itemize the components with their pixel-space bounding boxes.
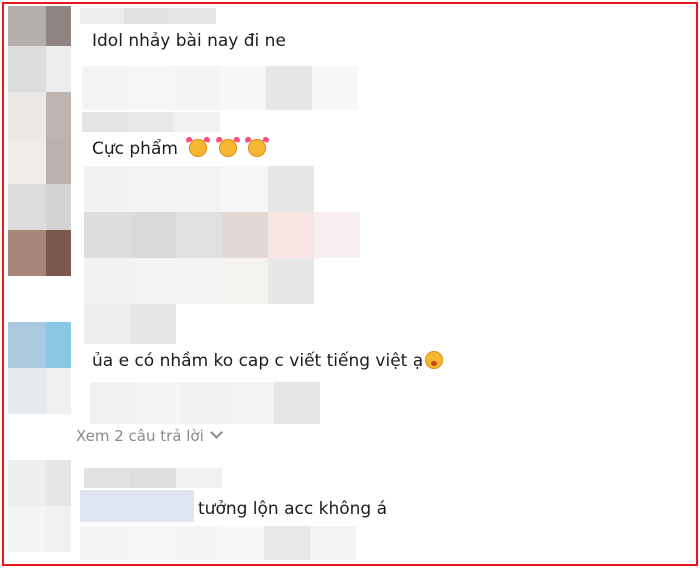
avatar-pixelated <box>8 184 46 230</box>
avatar-pixelated <box>46 368 71 414</box>
pixelated-media <box>182 382 228 424</box>
username-pixelated <box>130 468 176 488</box>
pixelated-media <box>80 526 126 560</box>
avatar-pixelated <box>46 184 71 230</box>
pixelated-media <box>84 212 130 258</box>
pixelated-media <box>268 166 314 212</box>
comment-text: Idol nhảy bài nay đi ne <box>92 31 286 51</box>
username-pixelated <box>176 468 222 488</box>
pixelated-media <box>222 166 268 212</box>
pixelated-media <box>126 526 172 560</box>
comment-text: Cực phẩm <box>92 139 178 159</box>
pixelated-media <box>176 212 222 258</box>
avatar-pixelated <box>46 506 71 552</box>
avatar-pixelated <box>46 92 71 138</box>
pixelated-media <box>268 258 314 304</box>
pixelated-media <box>130 258 176 304</box>
pixelated-media <box>82 66 128 110</box>
pixelated-media <box>136 382 182 424</box>
view-replies-label: Xem 2 câu trả lời <box>76 427 204 445</box>
avatar-pixelated <box>46 230 71 276</box>
pixelated-media <box>266 66 312 110</box>
pixelated-media <box>314 212 360 258</box>
avatar-pixelated <box>8 138 46 184</box>
pixelated-media <box>130 212 176 258</box>
avatar-pixelated <box>8 368 46 414</box>
pixelated-media <box>310 526 356 560</box>
pixelated-media <box>130 304 176 344</box>
pixelated-media <box>84 258 130 304</box>
pixelated-media <box>220 66 266 110</box>
avatar-pixelated <box>46 138 71 184</box>
avatar-pixelated <box>46 322 71 368</box>
avatar-pixelated <box>8 6 46 46</box>
pixelated-media <box>84 166 130 212</box>
username-pixelated <box>124 8 168 24</box>
pixelated-media <box>222 212 268 258</box>
pixelated-media <box>228 382 274 424</box>
chevron-down-icon <box>209 426 223 439</box>
username-pixelated <box>82 112 128 132</box>
comment-text-row: ủa e có nhầm ko cap c viết tiếng việt ạ <box>92 348 444 372</box>
flushed-face-icon <box>425 351 444 369</box>
avatar-pixelated <box>46 46 71 92</box>
username-pixelated <box>128 112 174 132</box>
pixelated-media <box>274 382 320 424</box>
avatar-pixelated <box>8 460 46 506</box>
username-pixelated <box>174 112 220 132</box>
pixelated-media <box>130 166 176 212</box>
comment-text-row: Cực phẩm <box>92 136 267 160</box>
smiling-face-with-hearts-icon <box>189 139 208 157</box>
pixelated-media <box>264 526 310 560</box>
pixelated-media <box>268 212 314 258</box>
pixelated-media <box>218 526 264 560</box>
avatar-pixelated <box>8 230 46 276</box>
smiling-face-with-hearts-icon <box>248 139 267 157</box>
username-pixelated <box>80 8 124 24</box>
pixelated-media <box>222 258 268 304</box>
comment-text: tưởng lộn acc không á <box>198 499 388 519</box>
comment-text: ủa e có nhầm ko cap c viết tiếng việt ạ <box>92 351 424 371</box>
pixelated-media <box>174 66 220 110</box>
avatar-pixelated <box>46 6 71 46</box>
avatar-pixelated <box>8 46 46 92</box>
pixelated-media <box>90 382 136 424</box>
avatar-pixelated <box>8 92 46 138</box>
view-replies-button[interactable]: Xem 2 câu trả lời <box>76 426 223 445</box>
pixelated-media <box>176 166 222 212</box>
pixelated-media <box>84 304 130 344</box>
avatar-pixelated <box>8 506 46 552</box>
username-pixelated <box>84 468 130 488</box>
username-pixelated <box>80 490 194 522</box>
pixelated-media <box>176 258 222 304</box>
pixelated-media <box>128 66 174 110</box>
username-pixelated <box>168 8 216 24</box>
pixelated-media <box>312 66 358 110</box>
avatar-pixelated <box>46 460 71 506</box>
avatar-pixelated <box>8 322 46 368</box>
pixelated-media <box>172 526 218 560</box>
smiling-face-with-hearts-icon <box>218 139 237 157</box>
